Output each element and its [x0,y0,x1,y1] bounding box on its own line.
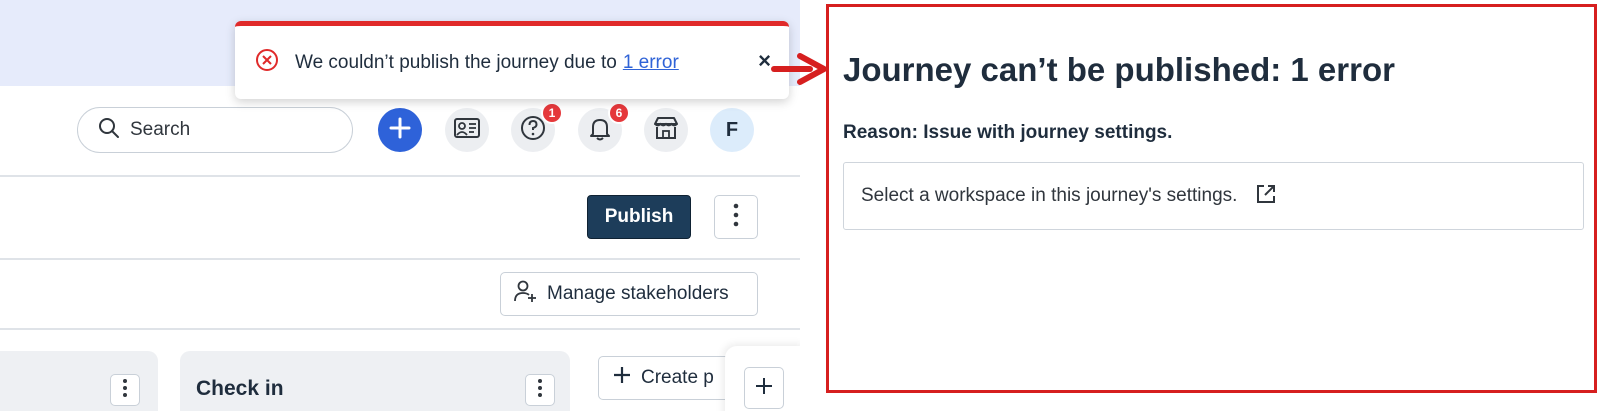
add-person-icon [513,279,539,309]
kebab-icon [537,378,543,403]
error-item[interactable]: Select a workspace in this journey's set… [843,162,1584,230]
journey-editor-screenshot: Search 1 6 F Publish Manage stakeholders… [0,0,800,411]
search-icon [98,117,120,144]
side-add-button[interactable] [744,367,784,409]
toast-error-link[interactable]: 1 error [623,52,679,74]
plus-icon [755,377,773,400]
search-label: Search [130,119,191,140]
toast-message: We couldn’t publish the journey due to [295,51,617,73]
create-button[interactable] [378,108,422,152]
kebab-icon [122,378,128,403]
error-title: Journey can’t be published: 1 error [843,51,1395,88]
stage-menu-button[interactable] [525,374,555,406]
help-badge: 1 [541,102,563,124]
publish-button[interactable]: Publish [587,195,691,239]
error-reason: Reason: Issue with journey settings. [843,122,1173,143]
stage-column: Check in [180,351,570,411]
storefront-icon [652,115,680,146]
stage-menu-button[interactable] [110,374,140,406]
stage-column [0,351,158,411]
notifications-button[interactable]: 6 [578,102,630,152]
divider [0,258,800,260]
create-stage-label: Create p [641,367,714,388]
divider [0,328,800,330]
more-options-button[interactable] [714,195,758,239]
kebab-icon [733,203,739,232]
plus-icon [613,366,631,390]
help-button[interactable]: 1 [511,102,563,152]
external-link-icon[interactable] [1255,183,1277,210]
notifications-badge: 6 [608,102,630,124]
manage-stakeholders-button[interactable]: Manage stakeholders [500,272,758,316]
contact-card-icon [453,116,481,145]
marketplace-button[interactable] [644,108,688,152]
plus-icon [388,116,412,145]
error-details-panel: Journey can’t be published: 1 error Reas… [826,4,1597,393]
error-item-text: Select a workspace in this journey's set… [861,185,1238,206]
manage-stakeholders-label: Manage stakeholders [547,283,729,304]
error-toast: We couldn’t publish the journey due to 1… [235,21,789,99]
divider [0,175,800,177]
avatar[interactable]: F [710,108,754,152]
contact-card-button[interactable] [445,108,489,152]
search-input[interactable]: Search [77,107,353,153]
error-circle-icon [255,48,279,77]
stage-title: Check in [196,377,284,400]
arrow-right-icon [771,53,827,85]
